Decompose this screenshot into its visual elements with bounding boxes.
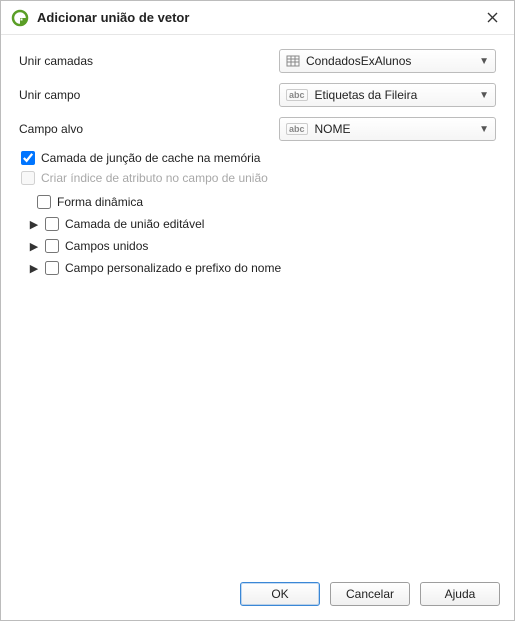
target-field-value: NOME [315, 122, 476, 136]
custom-prefix-row: ▶ Campo personalizado e prefixo do nome [19, 257, 496, 279]
create-index-checkbox [21, 171, 35, 185]
cancel-button[interactable]: Cancelar [330, 582, 410, 606]
text-type-icon: abc [286, 123, 309, 135]
button-bar: OK Cancelar Ajuda [1, 572, 514, 620]
join-layer-row: Unir camadas CondadosExAlunos ▼ [19, 49, 496, 73]
custom-prefix-label: Campo personalizado e prefixo do nome [65, 261, 281, 275]
target-field-label: Campo alvo [19, 122, 279, 136]
ok-button-label: OK [271, 587, 288, 601]
expand-icon[interactable]: ▶ [27, 240, 41, 253]
options-tree: Forma dinâmica ▶ Camada de união editáve… [19, 191, 496, 279]
create-index-row: Criar índice de atributo no campo de uni… [19, 171, 496, 185]
target-field-row: Campo alvo abc NOME ▼ [19, 117, 496, 141]
cache-join-label: Camada de junção de cache na memória [41, 151, 260, 165]
join-field-combo[interactable]: abc Etiquetas da Fileira ▼ [279, 83, 496, 107]
join-layer-combo[interactable]: CondadosExAlunos ▼ [279, 49, 496, 73]
expand-icon[interactable]: ▶ [27, 262, 41, 275]
ok-button[interactable]: OK [240, 582, 320, 606]
chevron-down-icon: ▼ [479, 90, 489, 101]
joined-fields-checkbox[interactable] [45, 239, 59, 253]
join-field-value: Etiquetas da Fileira [315, 88, 476, 102]
editable-join-label: Camada de união editável [65, 217, 204, 231]
cancel-button-label: Cancelar [346, 587, 394, 601]
target-field-combo[interactable]: abc NOME ▼ [279, 117, 496, 141]
help-button[interactable]: Ajuda [420, 582, 500, 606]
close-icon[interactable] [478, 4, 506, 32]
chevron-down-icon: ▼ [479, 56, 489, 67]
join-layer-label: Unir camadas [19, 54, 279, 68]
text-type-icon: abc [286, 89, 309, 101]
joined-fields-label: Campos unidos [65, 239, 148, 253]
join-layer-value: CondadosExAlunos [306, 54, 475, 68]
dialog-window: Adicionar união de vetor Unir camadas [0, 0, 515, 621]
table-icon [286, 54, 300, 68]
window-title: Adicionar união de vetor [37, 10, 478, 25]
create-index-label: Criar índice de atributo no campo de uni… [41, 171, 268, 185]
join-field-row: Unir campo abc Etiquetas da Fileira ▼ [19, 83, 496, 107]
custom-prefix-checkbox[interactable] [45, 261, 59, 275]
cache-join-checkbox[interactable] [21, 151, 35, 165]
joined-fields-row: ▶ Campos unidos [19, 235, 496, 257]
editable-join-row: ▶ Camada de união editável [19, 213, 496, 235]
help-button-label: Ajuda [445, 587, 476, 601]
chevron-down-icon: ▼ [479, 124, 489, 135]
dynamic-form-row: Forma dinâmica [19, 191, 496, 213]
qgis-icon [11, 9, 29, 27]
dynamic-form-checkbox[interactable] [37, 195, 51, 209]
dialog-content: Unir camadas CondadosExAlunos ▼ Unir cam… [1, 35, 514, 572]
dynamic-form-label: Forma dinâmica [57, 195, 143, 209]
titlebar: Adicionar união de vetor [1, 1, 514, 35]
editable-join-checkbox[interactable] [45, 217, 59, 231]
cache-join-row: Camada de junção de cache na memória [19, 151, 496, 165]
join-field-label: Unir campo [19, 88, 279, 102]
expand-icon[interactable]: ▶ [27, 218, 41, 231]
